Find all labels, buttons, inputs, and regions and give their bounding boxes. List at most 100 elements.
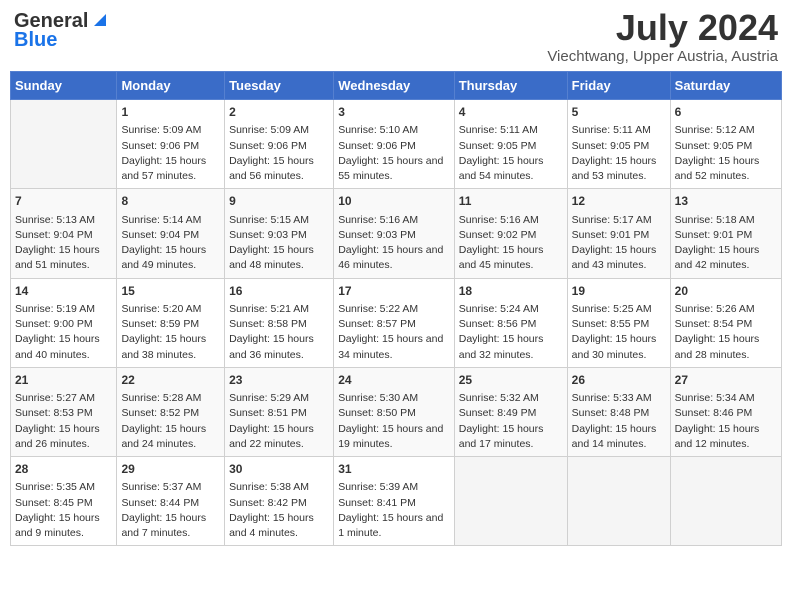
calendar-cell: 14 Sunrise: 5:19 AMSunset: 9:00 PMDayligh… (11, 278, 117, 367)
calendar-cell: 20 Sunrise: 5:26 AMSunset: 8:54 PMDayligh… (670, 278, 781, 367)
cell-content: Sunrise: 5:13 AMSunset: 9:04 PMDaylight:… (15, 213, 112, 274)
cell-content: Sunrise: 5:24 AMSunset: 8:56 PMDaylight:… (459, 302, 563, 363)
calendar-cell: 28 Sunrise: 5:35 AMSunset: 8:45 PMDayligh… (11, 457, 117, 546)
calendar-cell: 31 Sunrise: 5:39 AMSunset: 8:41 PMDayligh… (334, 457, 455, 546)
day-number: 22 (121, 372, 220, 389)
cell-content: Sunrise: 5:33 AMSunset: 8:48 PMDaylight:… (572, 391, 666, 452)
calendar-cell: 6 Sunrise: 5:12 AMSunset: 9:05 PMDaylight… (670, 100, 781, 189)
day-number: 29 (121, 461, 220, 478)
day-number: 26 (572, 372, 666, 389)
calendar-cell: 5 Sunrise: 5:11 AMSunset: 9:05 PMDaylight… (567, 100, 670, 189)
day-number: 3 (338, 104, 450, 121)
header-wednesday: Wednesday (334, 72, 455, 100)
header-saturday: Saturday (670, 72, 781, 100)
day-number: 6 (675, 104, 777, 121)
day-number: 4 (459, 104, 563, 121)
logo-text-blue: Blue (14, 29, 57, 52)
day-number: 21 (15, 372, 112, 389)
cell-content: Sunrise: 5:19 AMSunset: 9:00 PMDaylight:… (15, 302, 112, 363)
cell-content: Sunrise: 5:20 AMSunset: 8:59 PMDaylight:… (121, 302, 220, 363)
header-monday: Monday (117, 72, 225, 100)
calendar-cell: 30 Sunrise: 5:38 AMSunset: 8:42 PMDayligh… (225, 457, 334, 546)
calendar-cell: 16 Sunrise: 5:21 AMSunset: 8:58 PMDayligh… (225, 278, 334, 367)
day-number: 7 (15, 193, 112, 210)
calendar-title: July 2024 (547, 10, 778, 46)
day-number: 18 (459, 283, 563, 300)
calendar-cell (567, 457, 670, 546)
day-number: 13 (675, 193, 777, 210)
day-number: 24 (338, 372, 450, 389)
logo-arrow-icon (90, 10, 110, 30)
cell-content: Sunrise: 5:38 AMSunset: 8:42 PMDaylight:… (229, 480, 329, 541)
title-block: July 2024 Viechtwang, Upper Austria, Aus… (547, 10, 778, 65)
calendar-cell: 3 Sunrise: 5:10 AMSunset: 9:06 PMDaylight… (334, 100, 455, 189)
day-number: 28 (15, 461, 112, 478)
day-number: 8 (121, 193, 220, 210)
cell-content: Sunrise: 5:26 AMSunset: 8:54 PMDaylight:… (675, 302, 777, 363)
calendar-week-1: 1 Sunrise: 5:09 AMSunset: 9:06 PMDaylight… (11, 100, 782, 189)
calendar-cell: 7 Sunrise: 5:13 AMSunset: 9:04 PMDaylight… (11, 189, 117, 278)
cell-content: Sunrise: 5:32 AMSunset: 8:49 PMDaylight:… (459, 391, 563, 452)
cell-content: Sunrise: 5:10 AMSunset: 9:06 PMDaylight:… (338, 123, 450, 184)
cell-content: Sunrise: 5:29 AMSunset: 8:51 PMDaylight:… (229, 391, 329, 452)
cell-content: Sunrise: 5:16 AMSunset: 9:03 PMDaylight:… (338, 213, 450, 274)
cell-content: Sunrise: 5:12 AMSunset: 9:05 PMDaylight:… (675, 123, 777, 184)
day-number: 11 (459, 193, 563, 210)
page-header: General Blue July 2024 Viechtwang, Upper… (10, 10, 782, 65)
day-number: 5 (572, 104, 666, 121)
day-number: 1 (121, 104, 220, 121)
day-number: 25 (459, 372, 563, 389)
header-tuesday: Tuesday (225, 72, 334, 100)
day-number: 27 (675, 372, 777, 389)
calendar-cell (454, 457, 567, 546)
day-number: 12 (572, 193, 666, 210)
calendar-cell: 2Sunrise: 5:09 AMSunset: 9:06 PMDaylight… (225, 100, 334, 189)
cell-content: Sunrise: 5:34 AMSunset: 8:46 PMDaylight:… (675, 391, 777, 452)
logo: General Blue (14, 10, 110, 52)
day-number: 19 (572, 283, 666, 300)
calendar-cell: 19 Sunrise: 5:25 AMSunset: 8:55 PMDayligh… (567, 278, 670, 367)
calendar-cell: 23Sunrise: 5:29 AMSunset: 8:51 PMDayligh… (225, 367, 334, 456)
day-number: 16 (229, 283, 329, 300)
cell-content: Sunrise: 5:27 AMSunset: 8:53 PMDaylight:… (15, 391, 112, 452)
calendar-cell: 25 Sunrise: 5:32 AMSunset: 8:49 PMDayligh… (454, 367, 567, 456)
cell-content: Sunrise: 5:39 AMSunset: 8:41 PMDaylight:… (338, 480, 450, 541)
cell-content: Sunrise: 5:30 AMSunset: 8:50 PMDaylight:… (338, 391, 450, 452)
calendar-table: SundayMondayTuesdayWednesdayThursdayFrid… (10, 71, 782, 546)
day-number: 31 (338, 461, 450, 478)
calendar-cell: 10Sunrise: 5:16 AMSunset: 9:03 PMDayligh… (334, 189, 455, 278)
calendar-cell: 27 Sunrise: 5:34 AMSunset: 8:46 PMDayligh… (670, 367, 781, 456)
calendar-week-3: 14 Sunrise: 5:19 AMSunset: 9:00 PMDayligh… (11, 278, 782, 367)
calendar-cell: 1 Sunrise: 5:09 AMSunset: 9:06 PMDaylight… (117, 100, 225, 189)
calendar-cell: 12 Sunrise: 5:17 AMSunset: 9:01 PMDayligh… (567, 189, 670, 278)
cell-content: Sunrise: 5:37 AMSunset: 8:44 PMDaylight:… (121, 480, 220, 541)
cell-content: Sunrise: 5:16 AMSunset: 9:02 PMDaylight:… (459, 213, 563, 274)
cell-content: Sunrise: 5:11 AMSunset: 9:05 PMDaylight:… (459, 123, 563, 184)
header-friday: Friday (567, 72, 670, 100)
day-number: 15 (121, 283, 220, 300)
calendar-cell (11, 100, 117, 189)
cell-content: Sunrise: 5:09 AMSunset: 9:06 PMDaylight:… (229, 123, 329, 184)
day-number: 20 (675, 283, 777, 300)
calendar-cell: 11 Sunrise: 5:16 AMSunset: 9:02 PMDayligh… (454, 189, 567, 278)
cell-content: Sunrise: 5:09 AMSunset: 9:06 PMDaylight:… (121, 123, 220, 184)
calendar-cell: 8 Sunrise: 5:14 AMSunset: 9:04 PMDaylight… (117, 189, 225, 278)
calendar-cell: 9Sunrise: 5:15 AMSunset: 9:03 PMDaylight… (225, 189, 334, 278)
calendar-week-4: 21 Sunrise: 5:27 AMSunset: 8:53 PMDayligh… (11, 367, 782, 456)
cell-content: Sunrise: 5:11 AMSunset: 9:05 PMDaylight:… (572, 123, 666, 184)
cell-content: Sunrise: 5:14 AMSunset: 9:04 PMDaylight:… (121, 213, 220, 274)
day-number: 30 (229, 461, 329, 478)
calendar-cell: 13Sunrise: 5:18 AMSunset: 9:01 PMDayligh… (670, 189, 781, 278)
cell-content: Sunrise: 5:17 AMSunset: 9:01 PMDaylight:… (572, 213, 666, 274)
cell-content: Sunrise: 5:21 AMSunset: 8:58 PMDaylight:… (229, 302, 329, 363)
calendar-cell: 22 Sunrise: 5:28 AMSunset: 8:52 PMDayligh… (117, 367, 225, 456)
calendar-cell (670, 457, 781, 546)
calendar-cell: 17Sunrise: 5:22 AMSunset: 8:57 PMDayligh… (334, 278, 455, 367)
cell-content: Sunrise: 5:25 AMSunset: 8:55 PMDaylight:… (572, 302, 666, 363)
cell-content: Sunrise: 5:28 AMSunset: 8:52 PMDaylight:… (121, 391, 220, 452)
calendar-cell: 4 Sunrise: 5:11 AMSunset: 9:05 PMDaylight… (454, 100, 567, 189)
calendar-week-5: 28 Sunrise: 5:35 AMSunset: 8:45 PMDayligh… (11, 457, 782, 546)
day-number: 9 (229, 193, 329, 210)
day-number: 14 (15, 283, 112, 300)
cell-content: Sunrise: 5:35 AMSunset: 8:45 PMDaylight:… (15, 480, 112, 541)
